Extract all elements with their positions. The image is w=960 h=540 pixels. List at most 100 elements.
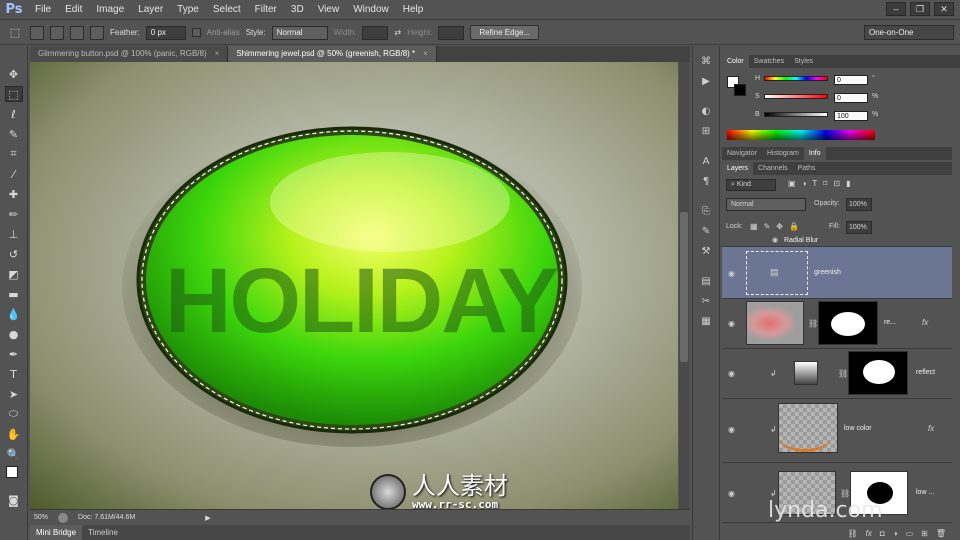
foreground-color-swatch[interactable] xyxy=(5,466,18,478)
tab-histogram[interactable]: Histogram xyxy=(762,147,804,160)
tab-styles[interactable]: Styles xyxy=(789,55,818,68)
canvas-vertical-scrollbar[interactable] xyxy=(679,62,689,509)
brush-tool-icon[interactable]: ✏ xyxy=(5,206,23,222)
menu-window[interactable]: Window xyxy=(346,0,396,20)
tab-mini-bridge[interactable]: Mini Bridge xyxy=(30,525,83,540)
new-selection-icon[interactable] xyxy=(30,25,44,40)
layer-row-low-color[interactable]: ◉ ↲ low color fx xyxy=(722,399,952,463)
crop-tool-icon[interactable]: ⌗ xyxy=(5,146,23,162)
add-mask-icon[interactable]: ◘ xyxy=(880,529,885,538)
menu-select[interactable]: Select xyxy=(206,0,248,20)
add-fx-icon[interactable]: fx xyxy=(866,529,872,538)
move-tool-icon[interactable]: ✥ xyxy=(5,66,23,82)
pixel-filter-icon[interactable]: ▣ xyxy=(788,179,796,188)
clone-source-icon[interactable]: ⎘ xyxy=(698,204,714,218)
status-arrow-icon[interactable]: ▶ xyxy=(205,514,210,522)
b-slider[interactable] xyxy=(764,112,828,117)
scrollbar-thumb[interactable] xyxy=(680,212,688,362)
fx-icon[interactable]: fx xyxy=(922,318,928,327)
layer-row-radial-blur[interactable]: ◉ Radial Blur xyxy=(722,235,952,247)
type-tool-icon[interactable]: T xyxy=(5,366,23,382)
color-ramp[interactable] xyxy=(727,130,875,140)
quick-select-tool-icon[interactable]: ✎ xyxy=(5,126,23,142)
zoom-level[interactable]: 50% xyxy=(34,514,48,521)
blur-tool-icon[interactable]: 💧 xyxy=(5,306,23,322)
visibility-eye-icon[interactable]: ◉ xyxy=(728,425,735,434)
link-layers-icon[interactable]: ⛓ xyxy=(848,529,858,538)
lock-position-icon[interactable]: ✥ xyxy=(776,222,783,231)
history-brush-tool-icon[interactable]: ↺ xyxy=(5,246,23,262)
document-canvas[interactable]: HOLIDAY 人人素材 www.rr-sc.com xyxy=(30,62,678,509)
actions-panel-icon[interactable]: ▶ xyxy=(698,74,714,88)
antialias-checkbox[interactable] xyxy=(191,28,201,37)
layer-row-re[interactable]: ◉ ⛓ re... fx xyxy=(722,299,952,349)
brush-presets-icon[interactable]: ✎ xyxy=(698,224,714,238)
color-swatches[interactable] xyxy=(5,466,23,488)
menu-file[interactable]: File xyxy=(28,0,58,20)
hand-tool-icon[interactable]: ✋ xyxy=(5,426,23,442)
lasso-tool-icon[interactable]: ℓ xyxy=(5,106,23,122)
style-select[interactable]: Normal xyxy=(271,25,328,40)
add-selection-icon[interactable] xyxy=(50,25,64,40)
b-value[interactable]: 100 xyxy=(834,111,868,121)
blend-mode-select[interactable]: Normal xyxy=(726,198,806,211)
notes-panel-icon[interactable]: ▦ xyxy=(698,314,714,328)
lock-image-icon[interactable]: ✎ xyxy=(764,222,771,231)
new-layer-icon[interactable]: ⊞ xyxy=(921,529,928,538)
layer-filter-select[interactable]: ⌕ Kind xyxy=(726,179,776,191)
pen-tool-icon[interactable]: ✒ xyxy=(5,346,23,362)
tab-color[interactable]: Color xyxy=(722,55,749,68)
tool-presets-icon[interactable]: ⚒ xyxy=(698,244,714,258)
opacity-input[interactable]: 100% xyxy=(846,198,872,211)
new-group-icon[interactable]: ▭ xyxy=(906,529,914,538)
bg-color-swatch[interactable] xyxy=(734,84,746,96)
swap-icon[interactable]: ⇄ xyxy=(394,28,401,37)
menu-image[interactable]: Image xyxy=(89,0,131,20)
menu-filter[interactable]: Filter xyxy=(248,0,284,20)
h-value[interactable]: 0 xyxy=(834,75,868,85)
layer-row-greenish[interactable]: ◉ ▤ greenish xyxy=(722,247,952,299)
tab-navigator[interactable]: Navigator xyxy=(722,147,762,160)
h-slider[interactable] xyxy=(764,76,828,81)
menu-type[interactable]: Type xyxy=(170,0,206,20)
visibility-eye-icon[interactable]: ◉ xyxy=(728,319,735,328)
menu-view[interactable]: View xyxy=(311,0,347,20)
s-value[interactable]: 0 xyxy=(834,93,868,103)
tab-info[interactable]: Info xyxy=(803,147,826,160)
tab-glimmering-button[interactable]: Glimmering button.psd @ 100% (panic, RGB… xyxy=(30,46,229,62)
marquee-preset-icon[interactable]: ⬚ xyxy=(6,25,24,41)
layer-comps-icon[interactable]: ▤ xyxy=(698,274,714,288)
tab-layers[interactable]: Layers xyxy=(722,162,754,175)
visibility-eye-icon[interactable]: ◉ xyxy=(728,269,735,278)
path-select-tool-icon[interactable]: ➤ xyxy=(5,386,23,402)
lock-all-icon[interactable]: 🔒 xyxy=(789,222,799,231)
smart-filter-icon[interactable]: ⊡ xyxy=(833,179,840,188)
quick-mask-icon[interactable]: ◙ xyxy=(5,492,23,508)
tab-close-icon[interactable]: × xyxy=(215,49,220,58)
tab-channels[interactable]: Channels xyxy=(753,162,793,175)
shape-tool-icon[interactable]: ⬭ xyxy=(5,406,23,422)
delete-layer-icon[interactable]: 🗑 xyxy=(936,529,946,538)
tab-timeline[interactable]: Timeline xyxy=(82,525,124,540)
dodge-tool-icon[interactable]: ● xyxy=(5,326,23,342)
history-panel-icon[interactable]: ⌘ xyxy=(698,54,714,68)
fx-icon[interactable]: fx xyxy=(928,424,934,433)
menu-help[interactable]: Help xyxy=(396,0,431,20)
feather-input[interactable]: 0 px xyxy=(145,25,186,40)
adjustments-panel-icon[interactable]: ◐ xyxy=(698,104,714,118)
type-filter-icon[interactable]: T xyxy=(812,179,817,188)
height-input[interactable] xyxy=(438,25,465,40)
workspace-select[interactable]: One-on-One xyxy=(864,25,954,40)
paragraph-panel-icon[interactable]: ¶ xyxy=(698,174,714,188)
adjustment-filter-icon[interactable]: ◑ xyxy=(802,179,807,188)
stamp-tool-icon[interactable]: ⊥ xyxy=(5,226,23,242)
width-input[interactable] xyxy=(362,25,389,40)
layer-row-reflect[interactable]: ◉ ↲ ⛓ reflect xyxy=(722,349,952,399)
properties-panel-icon[interactable]: ✂ xyxy=(698,294,714,308)
menu-edit[interactable]: Edit xyxy=(58,0,89,20)
menu-layer[interactable]: Layer xyxy=(131,0,170,20)
tab-close-icon[interactable]: × xyxy=(423,49,428,58)
subtract-selection-icon[interactable] xyxy=(70,25,84,40)
fill-input[interactable]: 100% xyxy=(846,221,872,234)
new-adjustment-icon[interactable]: ◑ xyxy=(893,529,898,538)
